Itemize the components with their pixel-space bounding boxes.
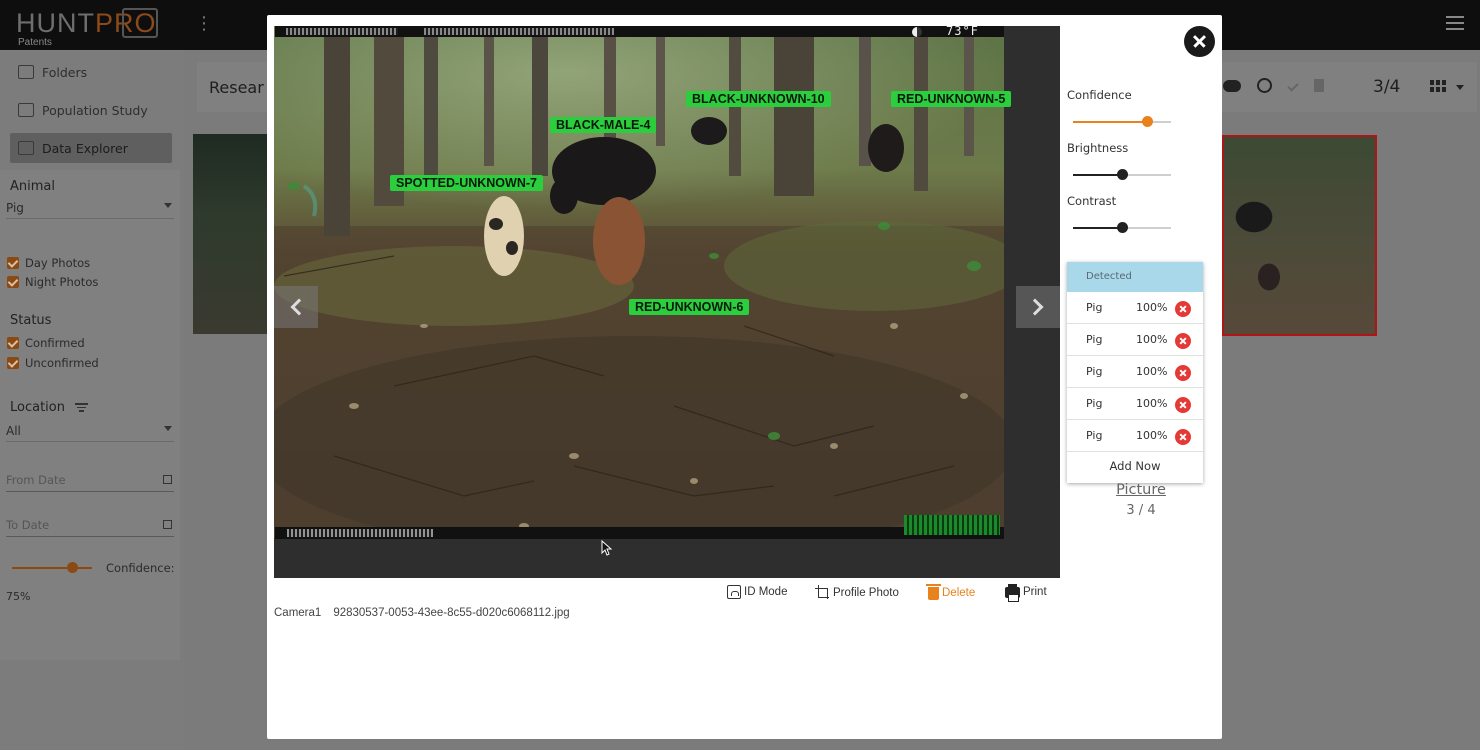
page-title: Resear: [209, 78, 264, 97]
id-mode-icon: [727, 585, 741, 599]
crop-icon: [815, 585, 830, 600]
checkbox-checked-icon: [7, 337, 19, 349]
detection-tag[interactable]: RED-UNKNOWN-5: [891, 91, 1012, 107]
select-circle-icon[interactable]: [1257, 78, 1272, 93]
filter-panel: [0, 170, 180, 660]
confirmed-checkbox[interactable]: Confirmed: [7, 336, 85, 350]
timestamp-text: [286, 28, 398, 35]
photo-thumbnail[interactable]: [193, 134, 268, 334]
remove-detection-icon[interactable]: [1175, 365, 1191, 381]
detected-row: Pig 100%: [1067, 356, 1203, 388]
calendar-icon[interactable]: [163, 520, 172, 529]
toolbar-icons: [1223, 78, 1324, 93]
detection-tag[interactable]: SPOTTED-UNKNOWN-7: [390, 175, 543, 191]
cloud-upload-icon[interactable]: [1223, 79, 1241, 92]
photo-count: 3/4: [1373, 77, 1401, 97]
temperature-readout: 73°F: [946, 24, 979, 38]
confidence-slider[interactable]: [1073, 116, 1171, 127]
timestamp-text: [424, 28, 614, 35]
sidebar-item-folders[interactable]: Folders: [10, 57, 172, 87]
more-vert-icon[interactable]: ⋮: [195, 14, 213, 34]
sidebar-confidence-slider[interactable]: [12, 562, 92, 573]
camera-model-text: [287, 529, 433, 537]
slider-knob[interactable]: [1117, 169, 1128, 180]
to-date-field[interactable]: To Date: [6, 518, 174, 537]
photo-thumbnail-selected[interactable]: [1222, 135, 1377, 336]
animal-select[interactable]: Pig: [6, 201, 174, 219]
detection-tag[interactable]: BLACK-UNKNOWN-10: [686, 91, 831, 107]
sidebar-item-population-study[interactable]: Population Study: [10, 95, 172, 125]
moon-phase-icon: [912, 27, 922, 37]
brightness-slider[interactable]: [1073, 169, 1171, 180]
detected-row: Pig 100%: [1067, 292, 1203, 324]
checkbox-checked-icon: [7, 257, 19, 269]
logo-frame-icon: [122, 8, 158, 38]
remove-detection-icon[interactable]: [1175, 301, 1191, 317]
detected-row: Pig 100%: [1067, 420, 1203, 452]
dropdown-caret-icon: [164, 203, 172, 208]
confidence-slider-label: Confidence: [1067, 88, 1132, 102]
chevron-left-icon: [290, 298, 308, 316]
checkbox-checked-icon: [7, 357, 19, 369]
hamburger-menu-icon[interactable]: [1446, 16, 1464, 30]
camera-brand-logo: [904, 515, 1000, 535]
trash-icon: [926, 584, 941, 600]
profile-photo-button[interactable]: Profile Photo: [815, 585, 899, 600]
next-photo-button[interactable]: [1016, 286, 1060, 328]
document-icon: [18, 103, 34, 117]
data-explorer-icon: [18, 141, 34, 155]
check-icon[interactable]: [1287, 79, 1299, 92]
day-photos-checkbox[interactable]: Day Photos: [7, 256, 90, 270]
animal-filter-title: Animal: [10, 179, 55, 194]
logo-subtitle: Patents: [18, 37, 52, 48]
dropdown-caret-icon: [164, 426, 172, 431]
file-info: Camera1 92830537-0053-43ee-8c55-d020c606…: [274, 607, 570, 619]
add-detection-button[interactable]: Add Now: [1067, 452, 1203, 481]
remove-detection-icon[interactable]: [1175, 397, 1191, 413]
id-mode-button[interactable]: ID Mode: [727, 585, 787, 599]
status-filter-title: Status: [10, 313, 52, 328]
huntpro-logo[interactable]: HUNTPRO Patents: [16, 8, 161, 48]
contrast-slider[interactable]: [1073, 222, 1171, 233]
from-date-field[interactable]: From Date: [6, 473, 174, 492]
sidebar-confidence-value: 75%: [6, 590, 31, 603]
checkbox-checked-icon: [7, 276, 19, 288]
filter-icon[interactable]: [75, 403, 89, 412]
grid-view-icon[interactable]: [1430, 80, 1446, 93]
chevron-right-icon: [1026, 298, 1044, 316]
delete-button[interactable]: Delete: [926, 584, 975, 600]
previous-photo-button[interactable]: [274, 286, 318, 328]
detected-row: Pig 100%: [1067, 388, 1203, 420]
slider-knob[interactable]: [67, 562, 78, 573]
location-select[interactable]: All: [6, 424, 174, 442]
unconfirmed-checkbox[interactable]: Unconfirmed: [7, 356, 99, 370]
contrast-slider-label: Contrast: [1067, 194, 1117, 208]
view-dropdown-caret-icon[interactable]: [1456, 85, 1464, 90]
file-name: 92830537-0053-43ee-8c55-d020c6068112.jpg: [333, 607, 570, 619]
folder-icon: [18, 65, 34, 79]
sidebar-item-data-explorer[interactable]: Data Explorer: [10, 133, 172, 163]
detection-tag[interactable]: BLACK-MALE-4: [550, 117, 657, 133]
night-photos-checkbox[interactable]: Night Photos: [7, 275, 98, 289]
picture-position: 3 / 4: [1126, 503, 1156, 518]
brightness-slider-label: Brightness: [1067, 141, 1129, 155]
close-modal-button[interactable]: [1184, 26, 1215, 57]
detected-list: Detected Pig 100% Pig 100% Pig 100% Pig …: [1067, 262, 1203, 483]
slider-knob[interactable]: [1117, 222, 1128, 233]
picture-link[interactable]: Picture: [1067, 482, 1215, 498]
sidebar-confidence-label: Confidence:: [106, 561, 175, 575]
printer-icon: [1005, 584, 1020, 602]
slider-knob[interactable]: [1141, 116, 1153, 127]
calendar-icon[interactable]: [163, 475, 172, 484]
location-filter-title: Location: [10, 400, 89, 415]
camera-name: Camera1: [274, 607, 322, 619]
detection-tag[interactable]: RED-UNKNOWN-6: [629, 299, 750, 315]
trash-icon[interactable]: [1314, 79, 1324, 92]
remove-detection-icon[interactable]: [1175, 429, 1191, 445]
detected-row: Pig 100%: [1067, 324, 1203, 356]
remove-detection-icon[interactable]: [1175, 333, 1191, 349]
print-button[interactable]: Print: [1005, 584, 1047, 602]
detected-list-header: Detected: [1067, 262, 1203, 292]
